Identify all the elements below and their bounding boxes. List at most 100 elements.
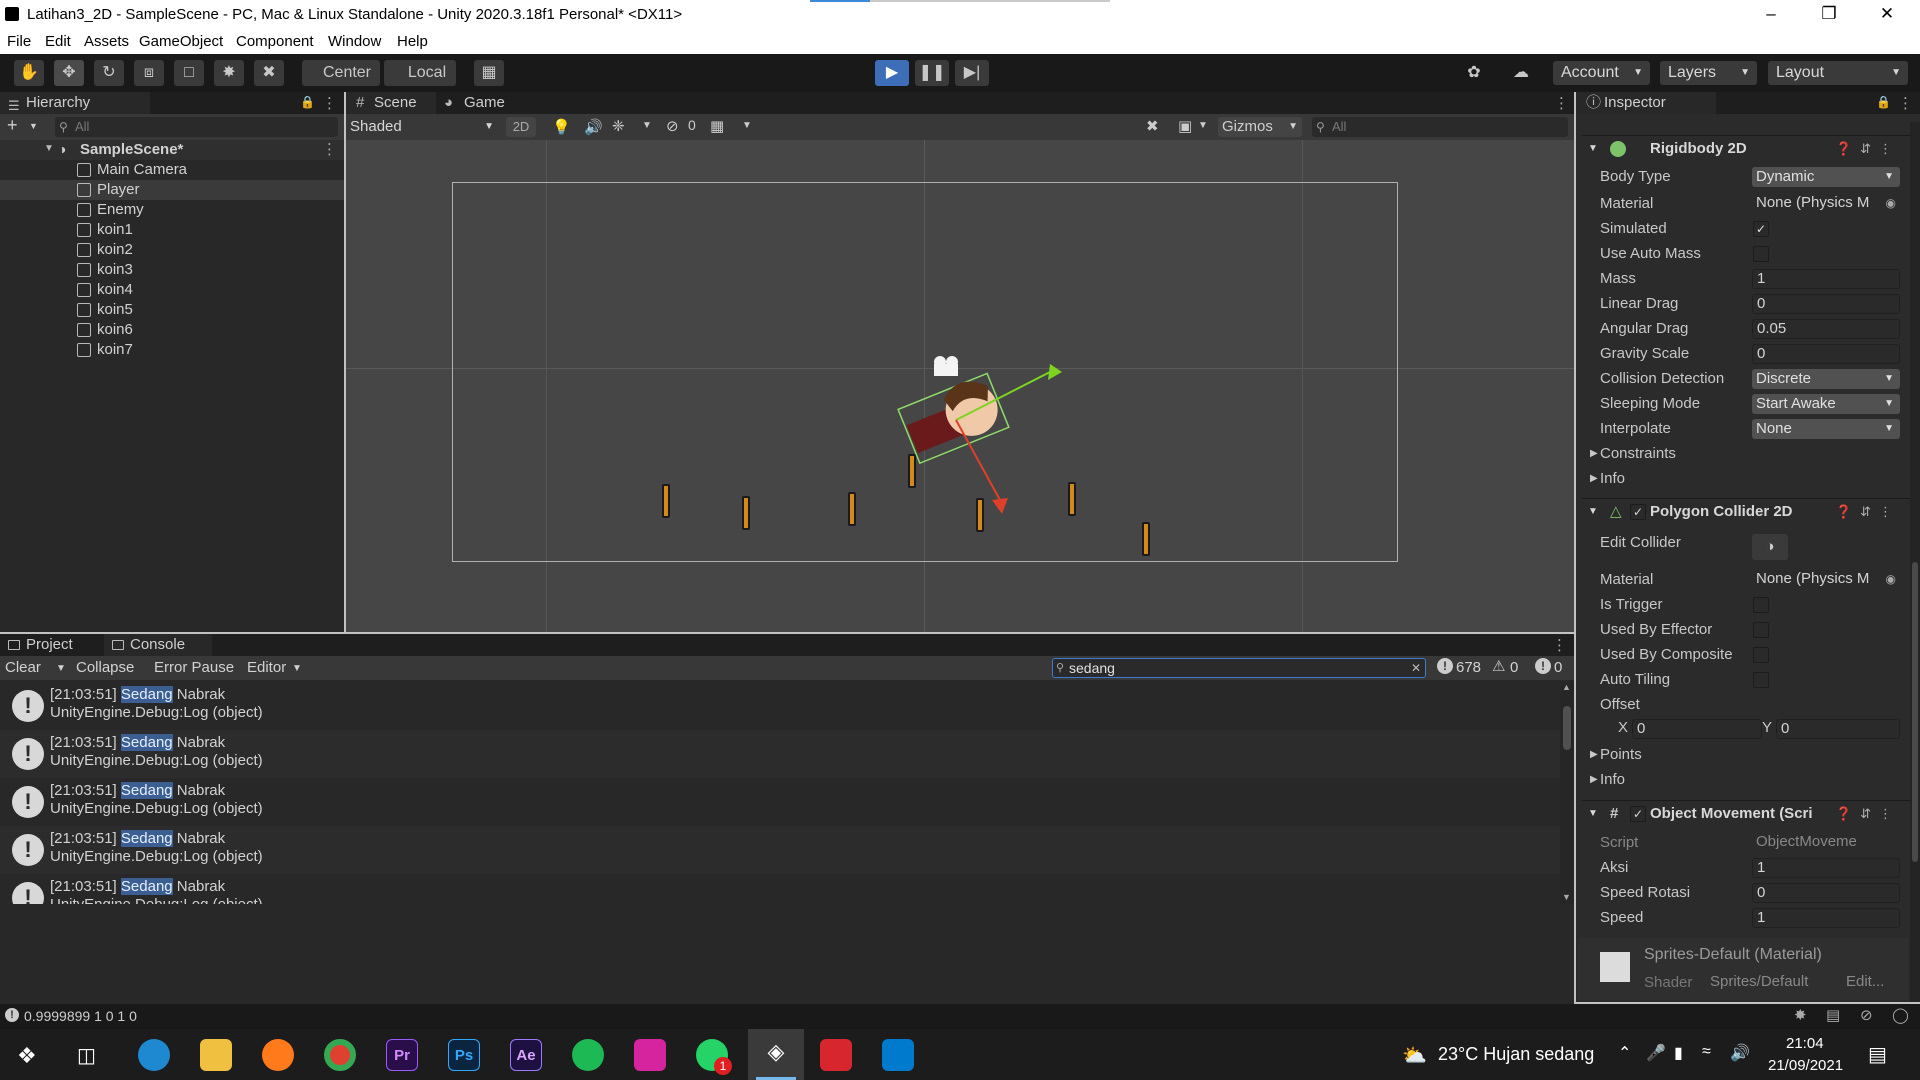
wifi-icon[interactable]: ≈ — [1702, 1043, 1711, 1061]
offset-y-field[interactable]: 0 — [1776, 719, 1900, 739]
component-actions-icon[interactable]: ❓⇵⋮ — [1836, 136, 1900, 162]
collision-dropdown[interactable]: Discrete ▼ — [1752, 369, 1900, 389]
menu-gameobject[interactable]: GameObject — [139, 33, 223, 50]
cloud-icon[interactable]: ☁ — [1504, 60, 1538, 86]
tiling-checkbox[interactable] — [1753, 672, 1769, 688]
editor-dropdown[interactable]: Editor — [247, 659, 286, 676]
audio-icon[interactable]: 🔊 — [584, 118, 603, 136]
firefox-icon[interactable] — [262, 1039, 294, 1071]
weather-icon[interactable]: ⛅ — [1402, 1043, 1427, 1068]
coin-sprite[interactable] — [662, 484, 670, 518]
shading-dropdown[interactable]: Shaded ▼ — [350, 117, 500, 137]
body-type-dropdown[interactable]: Dynamic ▼ — [1752, 167, 1900, 187]
photoshop-icon[interactable]: Ps — [448, 1039, 480, 1071]
cache-icon[interactable]: ▤ — [1826, 1006, 1840, 1024]
clear-button[interactable]: Clear — [5, 659, 41, 676]
add-dropdown-icon[interactable]: ▼ — [29, 121, 38, 131]
rect-tool-icon[interactable]: □ — [174, 60, 204, 86]
microphone-icon[interactable]: 🎤 — [1646, 1043, 1666, 1063]
log-filter-icon[interactable]: ! — [1437, 658, 1453, 674]
hierarchy-item[interactable]: koin2 — [0, 240, 344, 260]
coin-sprite[interactable] — [742, 496, 750, 530]
gizmos-dropdown[interactable]: Gizmos ▼ — [1218, 117, 1302, 137]
lighting-icon[interactable]: 💡 — [552, 118, 571, 136]
points-foldout[interactable]: ▶ Points — [1590, 744, 1910, 766]
hierarchy-item[interactable]: Main Camera — [0, 160, 344, 180]
offset-x-field[interactable]: 0 — [1632, 719, 1762, 739]
error-pause-button[interactable]: Error Pause — [154, 659, 234, 676]
simulated-checkbox[interactable]: ✓ — [1753, 221, 1769, 237]
volume-icon[interactable]: 🔊 — [1730, 1043, 1750, 1063]
mass-field[interactable]: 1 — [1752, 269, 1900, 289]
speed-rotasi-field[interactable]: 0 — [1752, 883, 1900, 903]
hierarchy-item[interactable]: Player — [0, 180, 344, 200]
collab-icon[interactable]: ✿ — [1457, 60, 1491, 86]
angular-drag-field[interactable]: 0.05 — [1752, 319, 1900, 339]
grid-dropdown-icon[interactable]: ▼ — [742, 120, 752, 131]
collider-header[interactable]: ▼ △ ✓ Polygon Collider 2D ❓⇵⋮ — [1582, 498, 1910, 524]
tools-icon[interactable]: ✖ — [1146, 117, 1159, 135]
chevron-up-icon[interactable]: ⌃ — [1618, 1043, 1631, 1063]
unity-taskbar-item[interactable]: ◈ — [748, 1029, 804, 1080]
start-icon[interactable]: ❖ — [17, 1043, 37, 1069]
pause-button[interactable]: ❚❚ — [915, 60, 949, 86]
hierarchy-item[interactable]: koin5 — [0, 300, 344, 320]
instagram-icon[interactable] — [634, 1039, 666, 1071]
space-toggle[interactable]: Local — [384, 60, 456, 86]
script-enabled-checkbox[interactable]: ✓ — [1630, 806, 1646, 822]
tab-hierarchy[interactable]: ☰ Hierarchy — [0, 92, 150, 114]
status-text[interactable]: 0.9999899 1 0 1 0 — [24, 1008, 137, 1024]
debug-icon[interactable]: ✸ — [1794, 1006, 1807, 1024]
scene-search-input[interactable]: ⚲ All — [1312, 117, 1568, 137]
minimize-button[interactable]: – — [1742, 0, 1800, 30]
linear-drag-field[interactable]: 0 — [1752, 294, 1900, 314]
edit-collider-button[interactable]: ◑ — [1752, 534, 1788, 560]
scene-menu-icon[interactable]: ⋮ — [322, 140, 337, 158]
hierarchy-item[interactable]: koin4 — [0, 280, 344, 300]
chrome-icon[interactable] — [324, 1039, 356, 1071]
col-material-field[interactable]: None (Physics M ◉ — [1752, 570, 1900, 590]
premiere-icon[interactable]: Pr — [386, 1039, 418, 1071]
account-dropdown[interactable]: Account ▼ — [1553, 61, 1650, 85]
camera-icon[interactable]: ▣ — [1178, 117, 1192, 135]
collapse-button[interactable]: Collapse — [76, 659, 134, 676]
shader-dropdown[interactable]: Sprites/Default — [1710, 973, 1808, 990]
tab-project[interactable]: Project — [0, 634, 104, 656]
hierarchy-item[interactable]: koin1 — [0, 220, 344, 240]
clear-search-icon[interactable]: ✕ — [1411, 659, 1421, 677]
step-button[interactable]: ▶| — [955, 60, 989, 86]
expand-arrow-icon[interactable]: ▼ — [44, 143, 54, 154]
menu-help[interactable]: Help — [397, 33, 428, 50]
task-view-icon[interactable]: ◫ — [77, 1043, 96, 1068]
tab-game[interactable]: ◕ Game — [436, 92, 516, 114]
after-effects-icon[interactable]: Ae — [510, 1039, 542, 1071]
progress-icon[interactable]: ◯ — [1892, 1006, 1909, 1024]
constraints-foldout[interactable]: ▶ Constraints — [1590, 443, 1910, 465]
pivot-toggle[interactable]: Center — [302, 60, 380, 86]
menu-assets[interactable]: Assets — [84, 33, 129, 50]
console-log-entry[interactable]: ! [21:03:51] Sedang NabrakUnityEngine.Deb… — [0, 826, 1560, 874]
scene-more-icon[interactable]: ⋮ — [1554, 94, 1569, 112]
close-button[interactable]: ✕ — [1858, 0, 1916, 30]
menu-component[interactable]: Component — [236, 33, 314, 50]
weather-text[interactable]: 23°C Hujan sedang — [1438, 1044, 1594, 1065]
hidden-objects-icon[interactable]: ⊘ — [666, 117, 679, 135]
effector-checkbox[interactable] — [1753, 622, 1769, 638]
hierarchy-item[interactable]: koin7 — [0, 340, 344, 360]
effects-dropdown-icon[interactable]: ▼ — [642, 120, 652, 131]
play-button[interactable]: ▶ — [875, 60, 909, 86]
add-icon[interactable]: + — [7, 115, 18, 136]
2d-toggle[interactable]: 2D — [506, 117, 536, 137]
coin-sprite[interactable] — [848, 492, 856, 526]
component-actions-icon[interactable]: ❓⇵⋮ — [1836, 499, 1900, 525]
error-filter-icon[interactable]: ! — [1535, 658, 1551, 674]
transform-tool-icon[interactable]: ✸ — [214, 60, 244, 86]
notifications-icon[interactable]: ▤ — [1868, 1042, 1887, 1067]
file-explorer-icon[interactable] — [200, 1039, 232, 1071]
log-count[interactable]: 678 — [1456, 659, 1481, 676]
inspector-scrollbar[interactable] — [1910, 122, 1920, 1002]
menu-edit[interactable]: Edit — [45, 33, 71, 50]
hand-tool-icon[interactable]: ✋ — [14, 60, 44, 86]
composite-checkbox[interactable] — [1753, 647, 1769, 663]
menu-window[interactable]: Window — [328, 33, 381, 50]
